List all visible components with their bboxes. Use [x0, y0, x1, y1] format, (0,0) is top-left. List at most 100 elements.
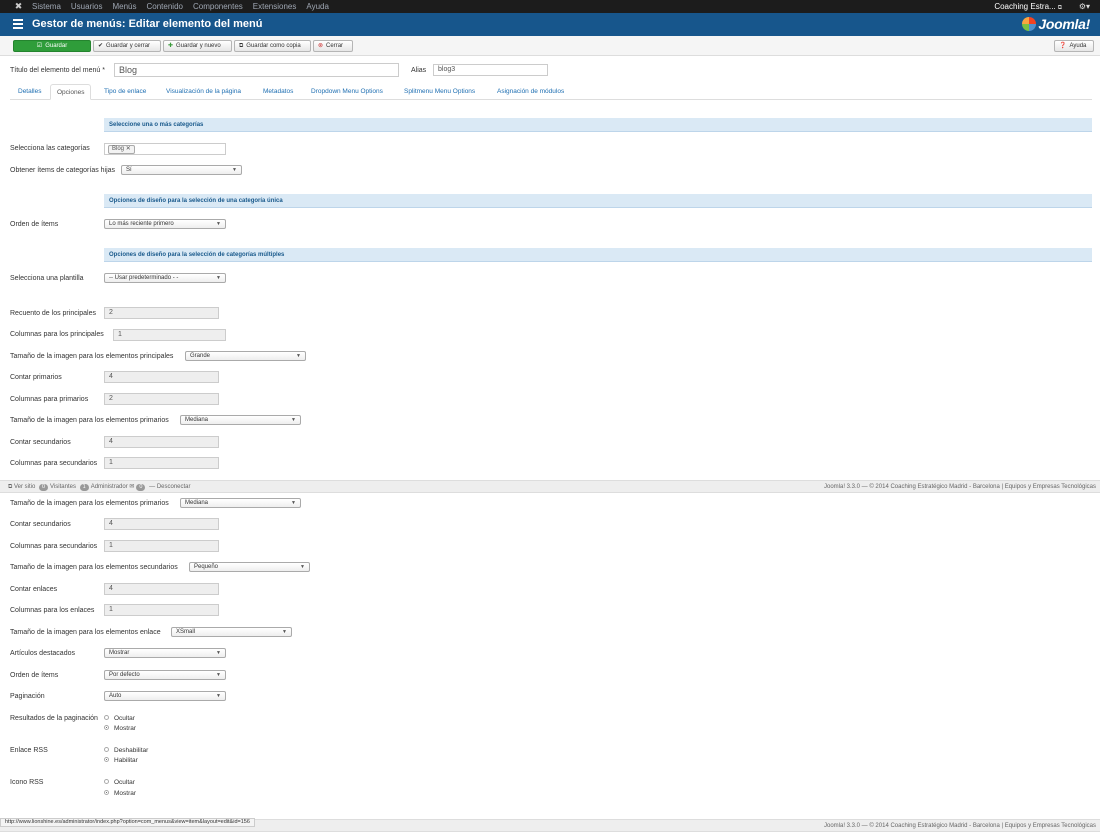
secondary-count-input-2[interactable]: 4 — [104, 518, 219, 530]
radio-checked-icon — [104, 757, 109, 762]
radio-icon — [104, 715, 109, 720]
leading-cols-input[interactable]: 1 — [113, 329, 226, 341]
rss-link-enable[interactable]: Habilitar — [104, 756, 138, 765]
secondary-cols-input-2[interactable]: 1 — [104, 540, 219, 552]
title-input[interactable]: Blog — [114, 63, 399, 77]
rss-icon-hide[interactable]: Ocultar — [104, 778, 135, 787]
rss-icon-show[interactable]: Mostrar — [104, 789, 136, 798]
plus-icon: ✚ — [168, 43, 174, 49]
intro-img-select-2[interactable]: Mediana ▼ — [180, 498, 301, 508]
admins-label: Administrador — [90, 484, 128, 490]
hide-label: Ocultar — [114, 715, 135, 722]
list-icon — [13, 19, 23, 29]
admin-menu: Sistema Usuarios Menús Contenido Compone… — [32, 0, 339, 13]
close-icon: ⊗ — [318, 43, 324, 49]
intro-img-select[interactable]: Mediana ▼ — [180, 415, 301, 425]
external-link-icon: ⧉ — [8, 484, 13, 490]
logout-link[interactable]: Desconectar — [157, 484, 191, 490]
tab-module-assignment[interactable]: Asignación de módulos — [491, 84, 570, 100]
links-img-select[interactable]: XSmall ▼ — [171, 627, 292, 637]
help-button[interactable]: ❓ Ayuda — [1054, 40, 1094, 52]
gear-icon[interactable]: ⚙▾ — [1079, 0, 1090, 13]
tab-link-type[interactable]: Tipo de enlace — [98, 84, 152, 100]
pagination-value: Auto — [109, 693, 122, 699]
links-count-input[interactable]: 4 — [104, 583, 219, 595]
save-new-label: Guardar y nuevo — [176, 43, 221, 49]
joomla-logo-icon — [1022, 17, 1037, 31]
item-order-value-2: Por defecto — [109, 672, 140, 678]
save-button[interactable]: ☑ Guardar — [13, 40, 91, 52]
intro-img-label: Tamaño de la imagen para los elementos p… — [10, 417, 169, 424]
save-close-button[interactable]: ✔ Guardar y cerrar — [93, 40, 161, 52]
secondary-cols-input[interactable]: 1 — [104, 457, 219, 469]
envelope-icon[interactable]: ✉ — [129, 484, 134, 490]
intro-count-input[interactable]: 4 — [104, 371, 219, 383]
secondary-count-label: Contar secundarios — [10, 439, 71, 446]
section-categories: Seleccione una o más categorías — [104, 118, 1092, 132]
template-select[interactable]: -- Usar predeterminado - - ▼ — [104, 273, 226, 283]
template-label: Selecciona una plantilla — [10, 275, 84, 282]
pagination-results-hide[interactable]: Ocultar — [104, 714, 135, 723]
chevron-down-icon: ▼ — [216, 672, 221, 678]
admins-badge: 1 — [79, 484, 89, 491]
save-new-button[interactable]: ✚ Guardar y nuevo — [163, 40, 232, 52]
show-label: Mostrar — [114, 725, 137, 732]
page-title: Gestor de menús: Editar elemento del men… — [32, 18, 263, 30]
category-tag[interactable]: Blog ✕ — [108, 145, 135, 154]
tab-splitmenu-menu-options[interactable]: Splitmenu Menu Options — [398, 84, 481, 100]
view-site-link[interactable]: Ver sitio — [14, 484, 35, 490]
item-order-value: Lo más reciente primero — [109, 221, 174, 227]
pagination-results-show[interactable]: Mostrar — [104, 724, 136, 733]
radio-checked-icon — [104, 790, 109, 795]
chevron-down-icon: ▼ — [291, 417, 296, 423]
chevron-down-icon: ▼ — [300, 564, 305, 570]
pagination-select[interactable]: Auto ▼ — [104, 691, 226, 701]
minus-icon: — — [149, 484, 156, 490]
tab-options[interactable]: Opciones — [50, 84, 92, 100]
leading-img-select[interactable]: Grande ▼ — [185, 351, 306, 361]
rss-icon-label: Icono RSS — [10, 779, 44, 786]
save-copy-button[interactable]: ⧉ Guardar como copia — [234, 40, 311, 52]
leading-count-input[interactable]: 2 — [104, 307, 219, 319]
featured-select[interactable]: Mostrar ▼ — [104, 648, 226, 658]
leading-count-label: Recuento de los principales — [10, 310, 96, 317]
chevron-down-icon: ▼ — [232, 167, 237, 173]
rss-link-label: Enlace RSS — [10, 747, 48, 754]
visitors-badge: 0 — [38, 484, 49, 491]
menu-system[interactable]: Sistema — [32, 0, 61, 13]
tab-dropdown-menu-options[interactable]: Dropdown Menu Options — [305, 84, 389, 100]
menu-content[interactable]: Contenido — [147, 0, 183, 13]
menu-extensions[interactable]: Extensiones — [253, 0, 297, 13]
chevron-down-icon: ▼ — [216, 275, 221, 281]
alias-input[interactable]: blog3 — [433, 64, 548, 76]
section-single-category: Opciones de diseño para la selección de … — [104, 194, 1092, 208]
item-order-select[interactable]: Lo más reciente primero ▼ — [104, 219, 226, 229]
tab-metadata[interactable]: Metadatos — [257, 84, 299, 100]
template-value: -- Usar predeterminado - - — [109, 275, 179, 281]
intro-cols-input[interactable]: 2 — [104, 393, 219, 405]
remove-icon[interactable]: ✕ — [126, 146, 131, 152]
secondary-img-label: Tamaño de la imagen para los elementos s… — [10, 564, 178, 571]
categories-input[interactable]: Blog ✕ — [104, 143, 226, 155]
item-order-select-2[interactable]: Por defecto ▼ — [104, 670, 226, 680]
chevron-down-icon: ▼ — [282, 629, 287, 635]
menu-components[interactable]: Componentes — [193, 0, 243, 13]
question-icon: ❓ — [1059, 43, 1067, 49]
menu-menus[interactable]: Menús — [112, 0, 136, 13]
links-cols-input[interactable]: 1 — [104, 604, 219, 616]
child-items-select[interactable]: Sí ▼ — [121, 165, 242, 175]
tab-page-display[interactable]: Visualización de la página — [160, 84, 247, 100]
secondary-img-select[interactable]: Pequeño ▼ — [189, 562, 310, 572]
page-header: Gestor de menús: Editar elemento del men… — [0, 13, 1100, 36]
footer-text: Joomla! 3.3.0 — © 2014 Coaching Estratég… — [823, 484, 1096, 490]
close-label: Cerrar — [326, 43, 344, 49]
secondary-count-input[interactable]: 4 — [104, 436, 219, 448]
save-close-label: Guardar y cerrar — [106, 43, 151, 49]
joomla-icon[interactable]: ✖ — [14, 2, 23, 11]
menu-help[interactable]: Ayuda — [306, 0, 329, 13]
tab-details[interactable]: Detalles — [12, 84, 47, 100]
messages-badge: 0 — [136, 484, 146, 491]
rss-link-disable[interactable]: Deshabilitar — [104, 746, 148, 755]
menu-users[interactable]: Usuarios — [71, 0, 103, 13]
close-button[interactable]: ⊗ Cerrar — [313, 40, 353, 52]
